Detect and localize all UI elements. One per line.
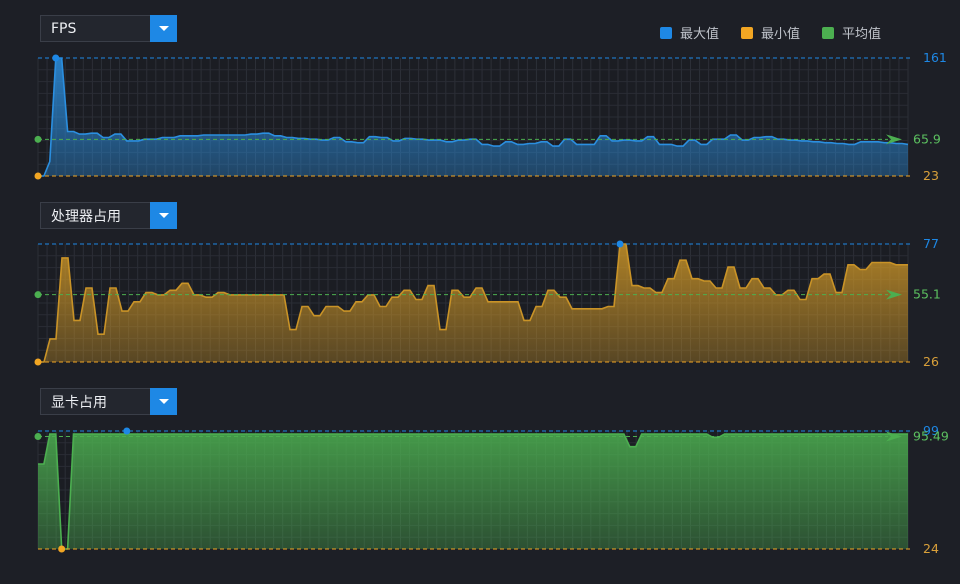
legend-min-label: 最小值 [761, 27, 801, 42]
legend-avg-label: 平均值 [842, 27, 882, 42]
max-point-marker [123, 427, 131, 435]
cpu-chart: 77 55.1 26 [34, 236, 941, 369]
legend-min-swatch [741, 26, 754, 39]
avg-value-label: 55.1 [913, 287, 941, 302]
series-area [38, 434, 908, 549]
legend-max-label: 最大值 [680, 27, 720, 42]
min-value-label: 26 [923, 354, 939, 369]
cpu-dropdown-button[interactable] [150, 202, 177, 229]
avg-axis-marker [34, 135, 42, 143]
fps-metric-select[interactable]: FPS [40, 15, 177, 42]
gpu-chart: 9995.4924 [34, 423, 949, 556]
avg-axis-marker [34, 291, 42, 299]
gpu-metric-select[interactable]: 显卡占用 [40, 388, 177, 415]
min-value-label: 24 [923, 541, 939, 556]
gpu-select-value: 显卡占用 [51, 394, 107, 411]
min-point-marker [34, 358, 42, 366]
min-value-label: 23 [923, 168, 939, 183]
max-point-marker [616, 240, 624, 248]
legend-min: 最小值 [741, 23, 800, 42]
chevron-down-icon [158, 26, 169, 31]
max-value-label: 77 [923, 236, 939, 251]
cpu-select-value: 处理器占用 [51, 208, 121, 225]
avg-axis-marker [34, 433, 42, 441]
chart-legend: 最大值 最小值 平均值 [660, 23, 881, 42]
legend-avg: 平均值 [822, 23, 881, 42]
fps-select-value: FPS [51, 20, 77, 37]
min-point-marker [34, 172, 42, 180]
fps-chart: 161 65.9 23 [34, 50, 947, 183]
avg-value-label: 65.9 [913, 131, 941, 146]
chevron-down-icon [158, 399, 169, 404]
fps-dropdown-button[interactable] [150, 15, 177, 42]
legend-avg-swatch [822, 26, 835, 39]
legend-max: 最大值 [660, 23, 719, 42]
legend-max-swatch [660, 26, 672, 39]
cpu-metric-select[interactable]: 处理器占用 [40, 202, 177, 229]
chevron-down-icon [158, 213, 169, 218]
avg-value-label: 95.49 [913, 429, 949, 444]
min-point-marker [58, 545, 66, 553]
max-value-label: 161 [923, 50, 947, 65]
gpu-dropdown-button[interactable] [150, 388, 177, 415]
max-point-marker [52, 54, 60, 62]
